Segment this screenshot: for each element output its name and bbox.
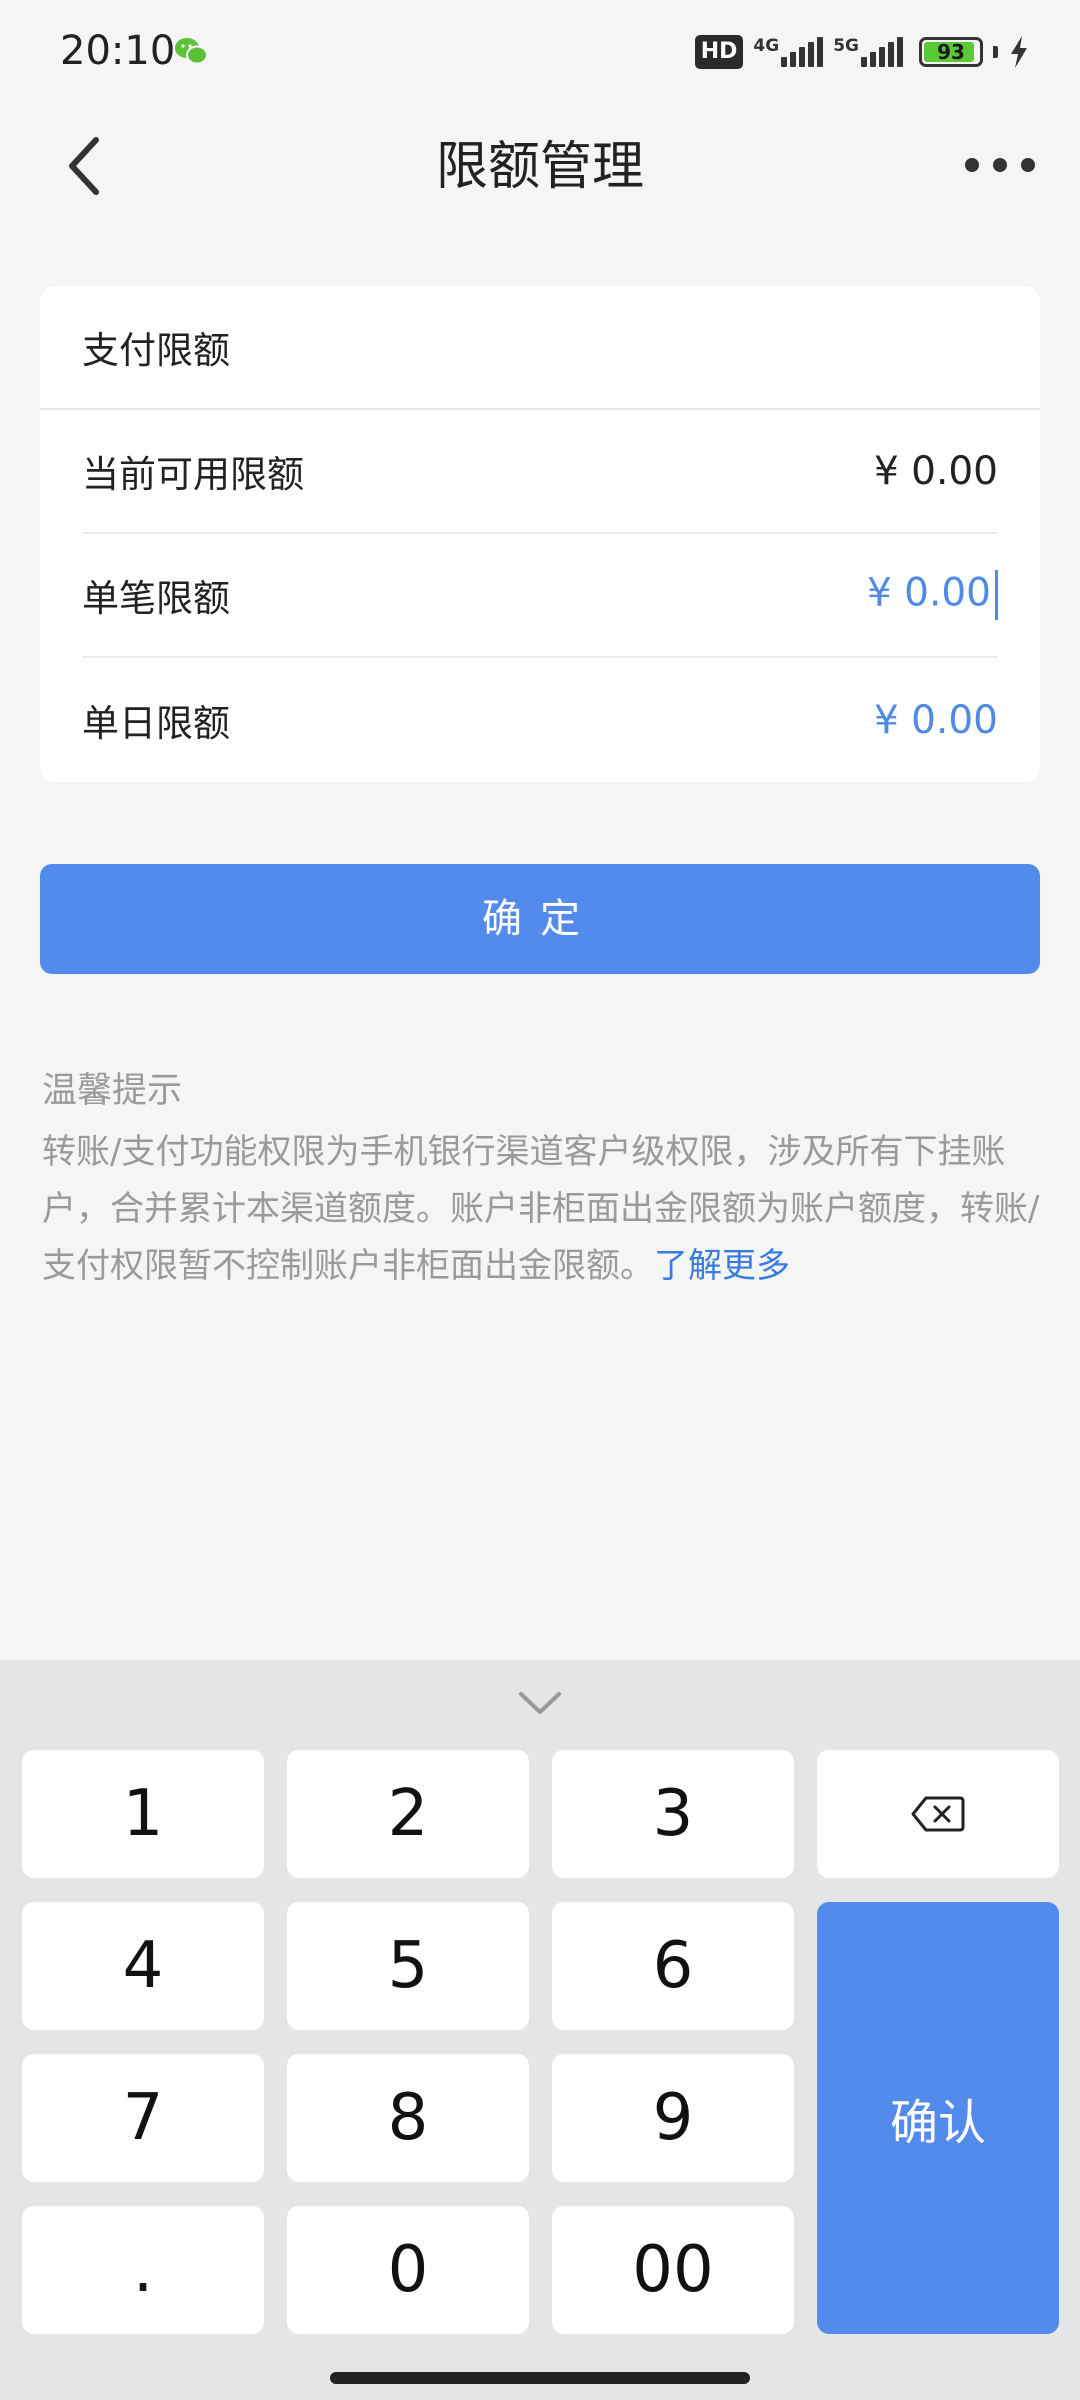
key-decimal[interactable]: .: [22, 2206, 264, 2334]
nav-bar: 限额管理: [0, 110, 1080, 240]
key-7[interactable]: 7: [22, 2054, 264, 2182]
keyboard-confirm-key[interactable]: 确认: [817, 1902, 1059, 2334]
single-transaction-limit-row[interactable]: 单笔限额 ¥ 0.00: [82, 534, 998, 658]
page-title: 限额管理: [435, 137, 644, 197]
current-available-limit-row: 当前可用限额 ¥ 0.00: [82, 410, 998, 534]
current-available-limit-label: 当前可用限额: [82, 453, 304, 496]
wechat-icon: [175, 38, 208, 65]
key-4[interactable]: 4: [22, 1902, 264, 2030]
tips-text: 转账/支付功能权限为手机银行渠道客户级权限，涉及所有下挂账户，合并累计本渠道额度…: [42, 1132, 1040, 1286]
signal-4g: 4G: [753, 36, 824, 67]
network-label-4g: 4G: [753, 36, 780, 56]
section-title: 支付限额: [40, 286, 1040, 410]
signal-bars-icon: [781, 37, 824, 67]
chevron-down-icon[interactable]: [515, 1688, 565, 1718]
tips-body: 转账/支付功能权限为手机银行渠道客户级权限，涉及所有下挂账户，合并累计本渠道额度…: [42, 1124, 1040, 1295]
network-label-5g: 5G: [833, 36, 859, 56]
status-bar: 20:10 HD 4G 5G 93: [0, 0, 1080, 110]
key-6[interactable]: 6: [552, 1902, 794, 2030]
more-dots-icon[interactable]: [950, 130, 1050, 200]
status-time: 20:10: [60, 28, 176, 74]
key-9[interactable]: 9: [552, 2054, 794, 2182]
confirm-button[interactable]: 确定: [40, 864, 1040, 974]
key-5[interactable]: 5: [287, 1902, 529, 2030]
charging-bolt-icon: [1011, 36, 1027, 68]
battery-icon: 93: [919, 37, 983, 67]
battery-tip: [993, 46, 998, 58]
limit-management-screen: 20:10 HD 4G 5G 93 限额管理 支付限额 当前可用限额 ¥ 0.0…: [0, 0, 1080, 2400]
key-3[interactable]: 3: [552, 1750, 794, 1878]
key-1[interactable]: 1: [22, 1750, 264, 1878]
daily-limit-row[interactable]: 单日限额 ¥ 0.00: [82, 658, 998, 782]
current-available-limit-value: ¥ 0.00: [873, 448, 998, 494]
payment-limit-card: 支付限额 当前可用限额 ¥ 0.00 单笔限额 ¥ 0.00 单日限额 ¥ 0.…: [40, 286, 1040, 782]
daily-limit-label: 单日限额: [82, 702, 230, 745]
key-0[interactable]: 0: [287, 2206, 529, 2334]
signal-5g: 5G: [833, 37, 903, 67]
text-cursor: [995, 570, 998, 620]
single-transaction-limit-label: 单笔限额: [82, 577, 230, 620]
learn-more-link[interactable]: 了解更多: [654, 1246, 790, 1286]
single-transaction-limit-value: ¥ 0.00: [866, 570, 991, 616]
backspace-key[interactable]: [817, 1750, 1059, 1878]
key-2[interactable]: 2: [287, 1750, 529, 1878]
tips-title: 温馨提示: [42, 1071, 183, 1111]
backspace-icon: [911, 1796, 965, 1832]
key-8[interactable]: 8: [287, 2054, 529, 2182]
status-indicators: HD 4G 5G 93: [694, 30, 1030, 74]
hd-badge: HD: [694, 35, 744, 69]
daily-limit-input[interactable]: ¥ 0.00: [874, 698, 998, 743]
signal-bars-icon: [861, 37, 903, 67]
single-transaction-limit-input[interactable]: ¥ 0.00: [867, 570, 998, 620]
numeric-keyboard: 1 2 3 4 5 6 7 8 9 . 0 00 确认: [0, 1660, 1080, 2400]
key-double-zero[interactable]: 00: [552, 2206, 794, 2334]
home-indicator[interactable]: [330, 2372, 750, 2384]
battery-percent: 93: [937, 40, 965, 64]
